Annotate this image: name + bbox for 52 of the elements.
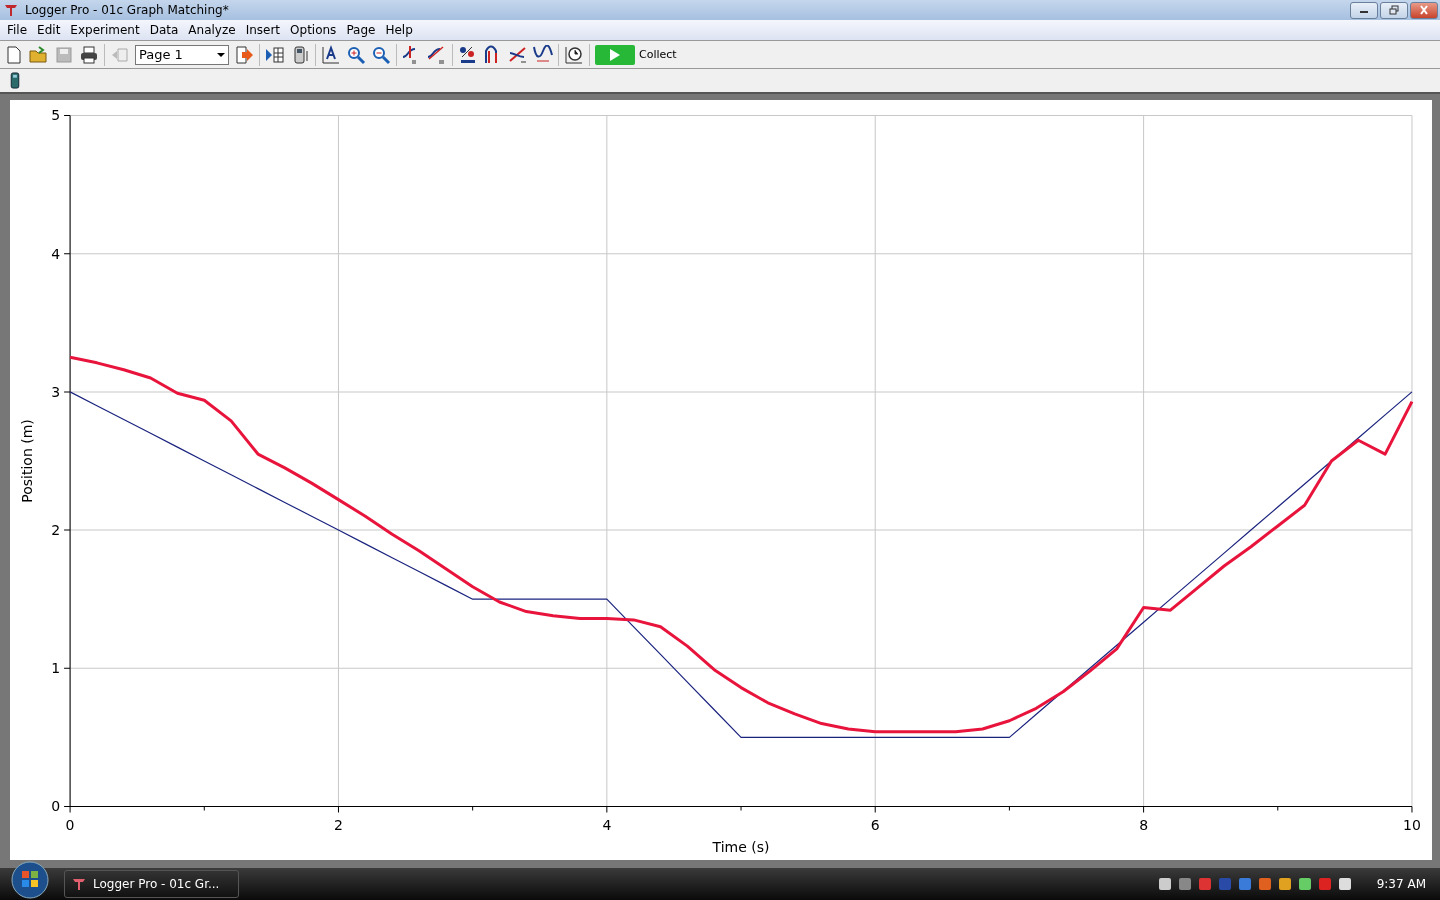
x-axis-label: Time (s) (712, 838, 770, 855)
x-tick-label: 4 (602, 817, 612, 834)
y-tick-label: 1 (51, 660, 61, 677)
x-tick-label: 6 (870, 817, 880, 834)
menu-item[interactable]: Experiment (65, 23, 145, 37)
window-title: Logger Pro - 01c Graph Matching* (25, 3, 229, 17)
linear-fit-icon[interactable] (508, 44, 528, 65)
stopwatch-icon[interactable] (564, 44, 584, 65)
app-logo-icon (3, 2, 19, 18)
new-file-icon[interactable] (4, 44, 24, 65)
menu-item[interactable]: Help (380, 23, 418, 37)
taskbar-button[interactable]: Logger Pro - 01c Gr... (64, 870, 239, 898)
x-tick-label: 8 (1139, 817, 1149, 834)
autoscale-icon[interactable] (321, 44, 341, 65)
open-folder-icon[interactable] (29, 44, 49, 65)
curve-fit-icon[interactable] (533, 44, 553, 65)
y-tick-label: 0 (51, 798, 61, 815)
clock: 9:37 AM (1375, 877, 1427, 891)
y-tick-label: 3 (51, 383, 61, 400)
restore-icon (1388, 5, 1400, 15)
minimize-button[interactable] (1350, 1, 1378, 19)
statistics-icon[interactable] (458, 44, 478, 65)
collect-button[interactable]: Collect (595, 44, 677, 65)
menu-item[interactable]: Edit (32, 23, 66, 37)
menu-item[interactable]: File (2, 23, 33, 37)
y-tick-label: 2 (51, 522, 61, 539)
menu-item[interactable]: Insert (240, 23, 286, 37)
close-icon (1418, 5, 1430, 15)
x-tick-label: 0 (65, 817, 75, 834)
zoom-in-icon[interactable] (346, 44, 366, 65)
zoom-out-icon[interactable] (371, 44, 391, 65)
printer-icon[interactable] (79, 44, 99, 65)
close-button[interactable] (1410, 1, 1438, 19)
restore-button[interactable] (1380, 1, 1408, 19)
x-tick-label: 2 (334, 817, 343, 834)
y-tick-label: 5 (51, 107, 61, 124)
x-tick-label: 10 (1403, 817, 1421, 834)
menu-item[interactable]: Analyze (183, 23, 241, 37)
app-logo-icon (71, 876, 87, 892)
device-icon[interactable] (10, 72, 20, 89)
start-button[interactable] (10, 860, 50, 900)
caret-icon (217, 51, 225, 58)
y-axis-label: Position (m) (19, 419, 36, 503)
menu-item[interactable]: Page (341, 23, 381, 37)
menu-item[interactable]: Options (285, 23, 342, 37)
y-tick-label: 4 (51, 245, 61, 262)
menu-item[interactable]: Data (144, 23, 184, 37)
tangent-icon[interactable] (427, 44, 447, 65)
data-table-icon[interactable] (265, 44, 285, 65)
play-icon (595, 44, 635, 65)
export-page-icon[interactable] (234, 44, 254, 65)
page-dropdown[interactable]: Page 1 (135, 44, 229, 65)
